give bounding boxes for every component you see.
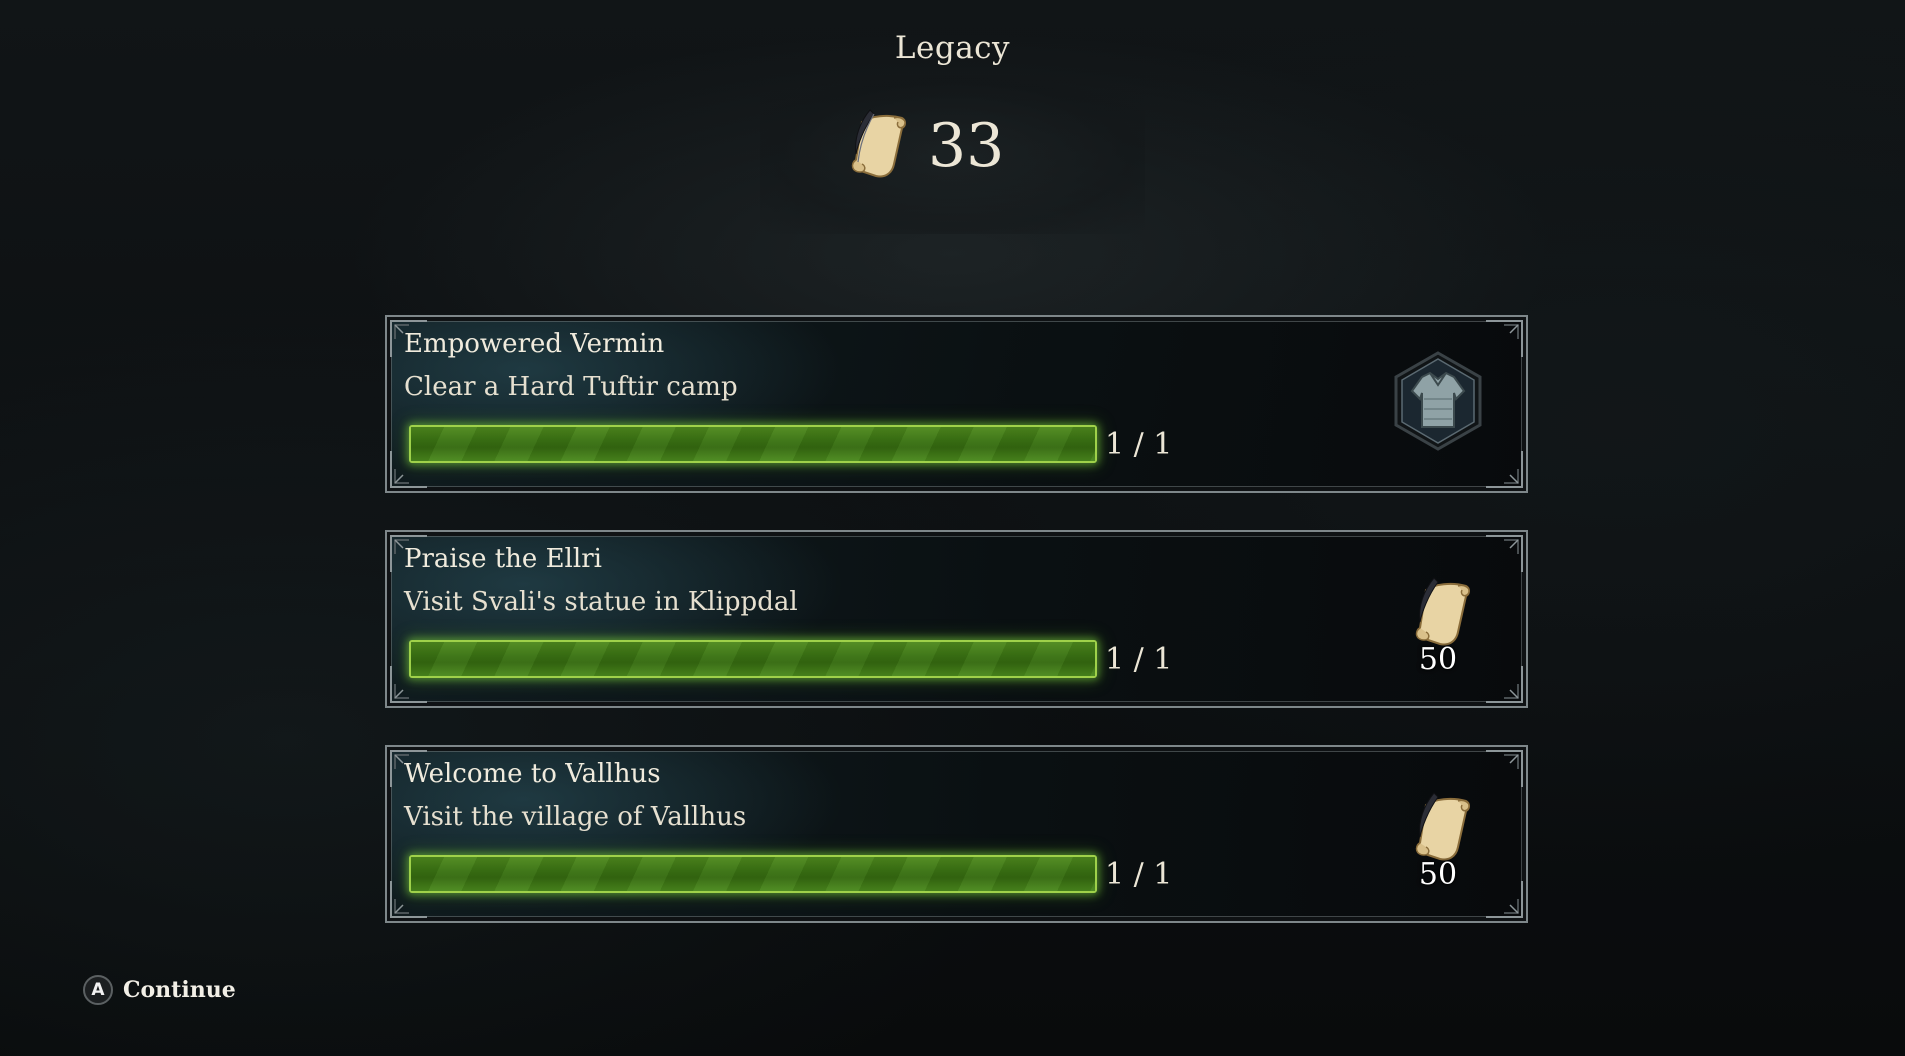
challenge-card: Empowered Vermin Clear a Hard Tuftir cam… (385, 315, 1528, 493)
currency-display: 33 (840, 104, 1004, 188)
corner-ornament (1486, 666, 1523, 703)
progress-count: 1 / 1 (1105, 857, 1173, 892)
reward-amount: 50 (1418, 857, 1458, 892)
progress-bar (409, 640, 1097, 678)
corner-ornament (1486, 535, 1523, 572)
currency-amount: 33 (928, 111, 1005, 181)
challenge-name: Welcome to Vallhus (404, 759, 661, 789)
page-title: Legacy (894, 30, 1011, 66)
challenge-card: Praise the Ellri Visit Svali's statue in… (385, 530, 1528, 708)
progress-count: 1 / 1 (1105, 642, 1173, 677)
progress-bar (409, 855, 1097, 893)
progress-bar (409, 425, 1097, 463)
reward-amount: 50 (1418, 642, 1458, 677)
continue-prompt[interactable]: A Continue (83, 975, 236, 1005)
challenge-name: Empowered Vermin (404, 329, 665, 359)
corner-ornament (1486, 451, 1523, 488)
reward: 50 (1388, 572, 1488, 682)
challenge-description: Visit the village of Vallhus (404, 802, 747, 832)
progress-bar-fill (411, 427, 1095, 461)
continue-label[interactable]: Continue (123, 977, 236, 1003)
challenge-card: Welcome to Vallhus Visit the village of … (385, 745, 1528, 923)
progress-count: 1 / 1 (1105, 427, 1173, 462)
corner-ornament (1486, 320, 1523, 357)
reward: 50 (1388, 787, 1488, 897)
reward (1388, 351, 1488, 467)
progress-bar-fill (411, 857, 1095, 891)
progress-bar-fill (411, 642, 1095, 676)
challenge-description: Clear a Hard Tuftir camp (404, 372, 738, 402)
a-button-icon[interactable]: A (83, 975, 113, 1005)
challenge-description: Visit Svali's statue in Klippdal (404, 587, 798, 617)
corner-ornament (1486, 881, 1523, 918)
corner-ornament (1486, 750, 1523, 787)
challenge-name: Praise the Ellri (404, 544, 602, 574)
legacy-screen: Legacy 33 Empowered Vermin Clear a Hard … (0, 0, 1905, 1056)
scroll-quill-icon (840, 104, 912, 188)
